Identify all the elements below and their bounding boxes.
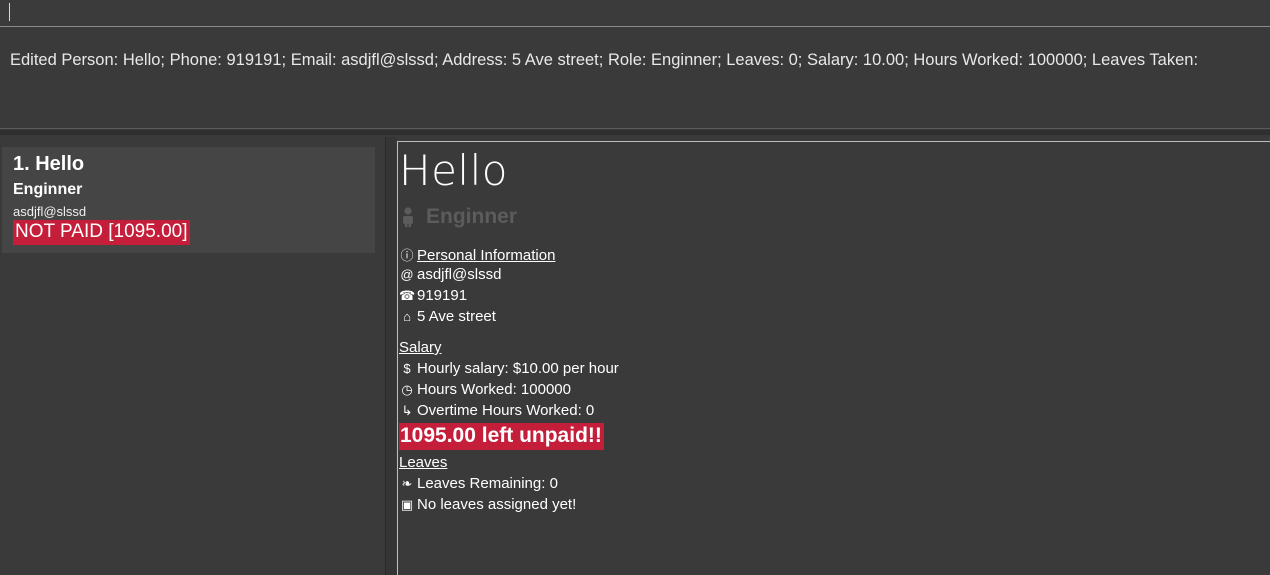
app-window: Edited Person: Hello; Phone: 919191; Ema… — [0, 0, 1270, 575]
leaves-status-line: ▣ No leaves assigned yet! — [399, 496, 576, 513]
leaves-title: Leaves — [399, 454, 448, 471]
overtime-line: ↳ Overtime Hours Worked: 0 — [399, 402, 595, 419]
address-line: ⌂ 5 Ave street — [399, 308, 496, 325]
horizontal-splitter[interactable] — [0, 130, 1270, 135]
result-message: Edited Person: Hello; Phone: 919191; Ema… — [10, 51, 1199, 69]
salary-heading: Salary — [399, 339, 442, 356]
vertical-splitter[interactable] — [386, 137, 396, 575]
detail-role: Enginner — [426, 205, 518, 228]
hours-worked: Hours Worked: 100000 — [417, 381, 571, 398]
hourly-salary-line: $ Hourly salary: $10.00 per hour — [399, 360, 619, 377]
detail-address: 5 Ave street — [417, 308, 496, 325]
phone-icon: ☎ — [399, 288, 416, 303]
detail-email: asdjfl@slssd — [417, 266, 502, 283]
person-card[interactable]: 1. Hello Enginner asdjfl@slssd NOT PAID … — [2, 147, 375, 253]
hourly-salary: Hourly salary: $10.00 per hour — [417, 360, 619, 377]
calendar-icon: ▣ — [400, 497, 414, 512]
person-icon — [403, 207, 413, 227]
salary-title: Salary — [399, 339, 442, 356]
card-role: Enginner — [13, 181, 83, 198]
detail-name: Hello — [399, 146, 508, 195]
personal-info-heading: ⓘ Personal Information — [399, 245, 555, 264]
leaf-icon: ❧ — [401, 476, 413, 491]
overtime-icon: ↳ — [401, 403, 413, 418]
leaves-heading: Leaves — [399, 454, 447, 471]
unpaid-alert: 1095.00 left unpaid!! — [399, 423, 604, 450]
info-icon: ⓘ — [400, 248, 414, 263]
card-name: 1. Hello — [13, 153, 85, 175]
payment-status-badge: NOT PAID [1095.00] — [13, 220, 190, 245]
hours-worked-line: ◷ Hours Worked: 100000 — [399, 381, 571, 398]
command-input[interactable] — [0, 0, 1270, 26]
email-line: @ asdjfl@slssd — [399, 266, 501, 283]
leaves-remaining-line: ❧ Leaves Remaining: 0 — [399, 475, 558, 492]
overtime-hours: Overtime Hours Worked: 0 — [417, 402, 595, 419]
card-email: asdjfl@slssd — [13, 204, 87, 219]
phone-line: ☎ 919191 — [399, 287, 467, 304]
home-icon: ⌂ — [403, 309, 411, 324]
command-box[interactable] — [0, 0, 1270, 27]
detail-phone: 919191 — [417, 287, 468, 304]
leaves-remaining: Leaves Remaining: 0 — [417, 475, 558, 492]
result-display: Edited Person: Hello; Phone: 919191; Ema… — [0, 31, 1270, 129]
dollar-icon: $ — [403, 361, 411, 376]
personal-info-title: Personal Information — [417, 247, 556, 264]
text-caret — [9, 3, 10, 21]
at-icon: @ — [400, 267, 414, 282]
person-list: 1. Hello Enginner asdjfl@slssd NOT PAID … — [0, 137, 386, 575]
person-detail-panel: Hello Enginner ⓘ Personal Information @ as… — [397, 141, 1270, 575]
clock-icon: ◷ — [401, 382, 413, 397]
leaves-status: No leaves assigned yet! — [417, 496, 577, 513]
